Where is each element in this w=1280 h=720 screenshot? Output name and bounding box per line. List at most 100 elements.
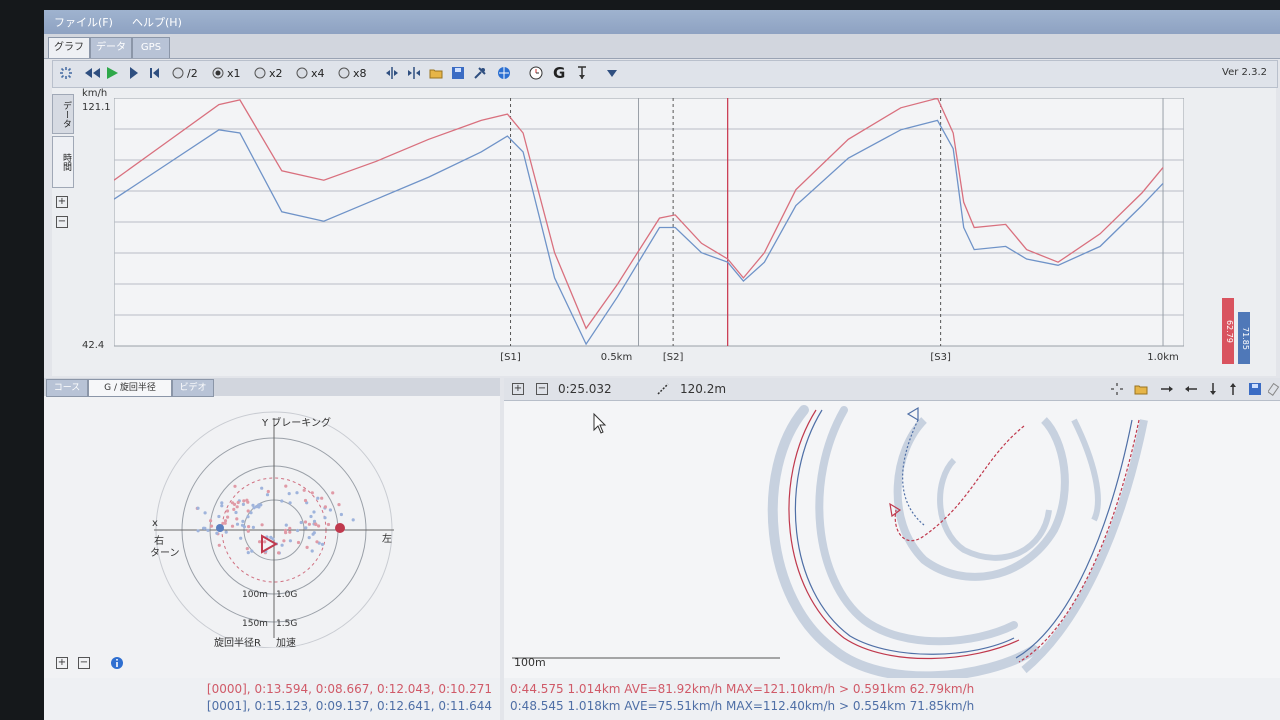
g-panel-icons: + − (54, 654, 174, 672)
app-window: ファイル(F) ヘルプ(H) グラフ データ GPS /2 x1 x2 x4 x… (44, 10, 1280, 720)
g-scatter-dot (311, 532, 315, 536)
y-max-label: 121.1 (82, 102, 111, 113)
expand-horizontal-icon[interactable] (385, 66, 399, 80)
g-scatter-dot (215, 531, 219, 535)
g-scatter-dot (251, 503, 255, 507)
shrink-horizontal-icon[interactable] (407, 66, 421, 80)
clock-icon[interactable] (529, 66, 543, 80)
g-scatter-dot (246, 551, 250, 555)
menu-file[interactable]: ファイル(F) (54, 14, 113, 30)
g-scatter-dot (241, 502, 245, 506)
loading-icon[interactable] (59, 66, 73, 80)
map-open-folder-icon[interactable] (1134, 382, 1148, 396)
map-loading-icon[interactable] (1110, 382, 1124, 396)
arrow-down-icon[interactable] (1206, 382, 1220, 396)
tab-graph[interactable]: グラフ (48, 37, 90, 58)
g-scatter-dot (260, 523, 264, 527)
g-scatter-dot (337, 503, 341, 507)
g-scatter-dot (284, 523, 288, 527)
menu-help[interactable]: ヘルプ(H) (132, 14, 182, 30)
g-scatter-dot (246, 509, 250, 513)
g-scatter-dot (312, 510, 316, 514)
legend-red-value: 62.79 (1222, 298, 1234, 364)
map-zoom-in-icon[interactable]: + (512, 383, 524, 395)
g-scatter-dot (255, 505, 259, 509)
g-scatter-dot (328, 508, 332, 512)
g-150m-label: 150m (242, 619, 268, 629)
speed-x4-label[interactable]: x4 (311, 65, 325, 83)
g-scatter-dot (303, 498, 308, 503)
zoom-in-icon[interactable]: + (56, 196, 68, 208)
graph-side-tabs: データ 時間 + − (52, 94, 74, 334)
g-zoom-out-icon[interactable]: − (78, 657, 90, 669)
g-scatter-dot (246, 515, 250, 519)
g-scatter-dot (233, 484, 237, 488)
tab-video[interactable]: ビデオ (172, 379, 214, 397)
step-forward-icon[interactable] (127, 66, 141, 80)
map-time-readout: 0:25.032 (558, 382, 612, 396)
rewind-icon[interactable] (83, 66, 101, 80)
legend-blue-value: 71.85 (1238, 312, 1250, 364)
speed-half-label[interactable]: /2 (187, 65, 198, 83)
track-infield-inner (937, 457, 1052, 561)
speed-x2-radio-icon[interactable] (253, 66, 267, 80)
speed-x8-label[interactable]: x8 (353, 65, 367, 83)
g-scatter-dot (307, 522, 311, 526)
map-zoom-out-icon[interactable]: − (536, 383, 548, 395)
step-back-icon[interactable] (147, 66, 161, 80)
g-scatter-dot (351, 518, 355, 522)
arrow-right-icon[interactable] (1160, 382, 1174, 396)
map-toolbar: + − 0:25.032 120.2m (504, 378, 1280, 401)
g-scatter-dot (232, 507, 236, 511)
racing-line-red-infield (894, 425, 1025, 542)
g-scatter-dot (220, 501, 224, 505)
g-scatter-dot (312, 519, 317, 523)
dropdown-arrow-icon[interactable] (605, 66, 619, 80)
map-save-icon[interactable] (1248, 382, 1262, 396)
vertical-range-icon[interactable] (575, 66, 589, 80)
g-scatter-dot (230, 524, 235, 528)
g-scatter-dot (280, 543, 284, 547)
map-scale-label: 100m (514, 656, 546, 669)
g-scatter-dot (331, 491, 335, 495)
g-scatter-dot (310, 549, 314, 553)
arrow-left-icon[interactable] (1184, 382, 1198, 396)
g-zoom-in-icon[interactable]: + (56, 657, 68, 669)
speed-x8-radio-icon[interactable] (337, 66, 351, 80)
settings-tools-icon[interactable] (473, 66, 487, 80)
g-scatter-dot (240, 523, 245, 527)
version-label: Ver 2.3.2 (1222, 67, 1267, 78)
lap-times-line-1: [0000], 0:13.594, 0:08.667, 0:12.043, 0:… (206, 682, 492, 696)
g-scatter-dot (302, 488, 306, 492)
tab-data[interactable]: データ (90, 37, 132, 58)
course-map[interactable] (504, 400, 1280, 678)
arrow-up-icon[interactable] (1226, 382, 1240, 396)
tab-course[interactable]: コース (46, 379, 88, 397)
g-scatter-dot (309, 514, 313, 519)
g-force-button[interactable]: G (553, 64, 565, 82)
zoom-out-icon[interactable]: − (56, 216, 68, 228)
g-scatter-dot (326, 522, 331, 527)
tab-g-radius[interactable]: G / 旋回半径 (88, 379, 172, 397)
speed-x1-label[interactable]: x1 (227, 65, 241, 83)
speed-x2-label[interactable]: x2 (269, 65, 283, 83)
tab-gps[interactable]: GPS (132, 37, 170, 58)
speed-chart[interactable]: [S1] [S2] [S3] 0.5km 1.0km (114, 98, 1184, 376)
g-scatter-dot (280, 499, 284, 503)
speed-x4-radio-icon[interactable] (295, 66, 309, 80)
g-force-panel: コース G / 旋回半径 ビデオ Y ブレーキング x 右 ターン 左 100m… (44, 378, 500, 678)
g-15g-label: 1.5G (276, 619, 298, 629)
open-folder-icon[interactable] (429, 66, 443, 80)
speed-half-radio-icon[interactable] (171, 66, 185, 80)
side-tab-time[interactable]: 時間 (52, 136, 74, 188)
g-scatter-dot (246, 500, 250, 504)
play-icon[interactable] (105, 66, 119, 80)
speed-x1-radio-icon[interactable] (211, 66, 225, 80)
save-icon[interactable] (451, 66, 465, 80)
g-accel-label: 加速 (276, 638, 296, 649)
gps-globe-icon[interactable] (497, 66, 511, 80)
eraser-icon[interactable] (1268, 382, 1280, 396)
g-turn-label: ターン (150, 548, 180, 559)
info-icon[interactable] (110, 656, 124, 670)
side-tab-data[interactable]: データ (52, 94, 74, 134)
